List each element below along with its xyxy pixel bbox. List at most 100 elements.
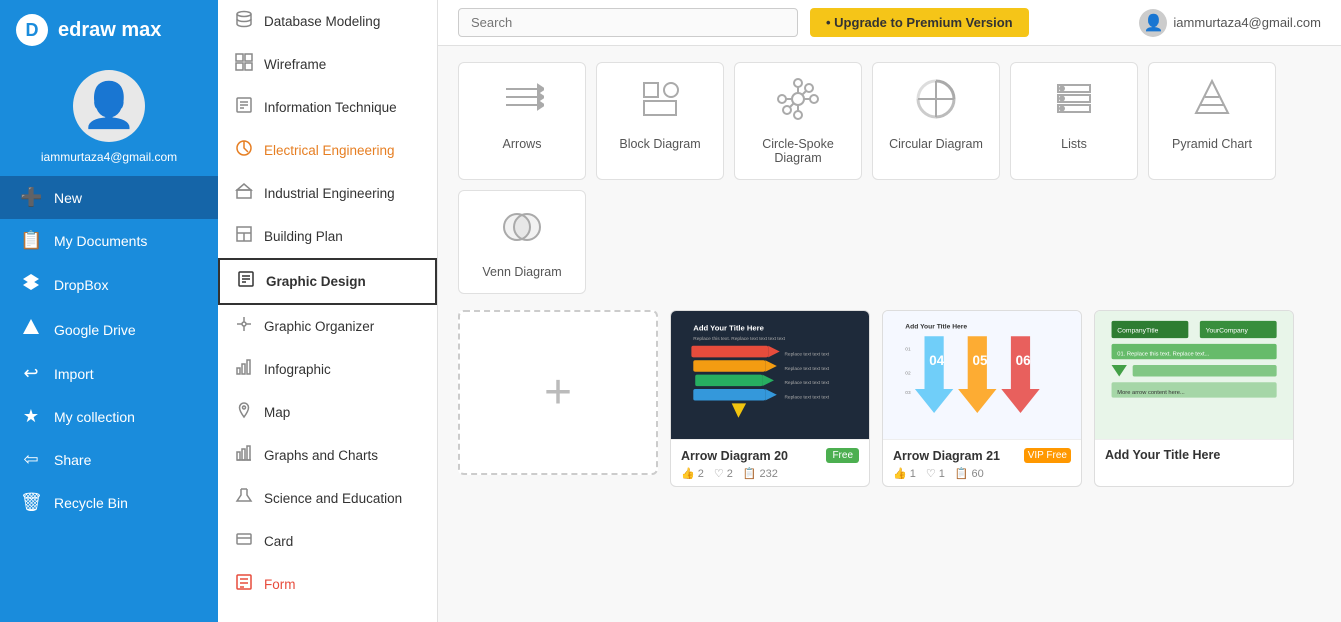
diagram-type-lists[interactable]: Lists	[1010, 62, 1138, 180]
category-information-technique[interactable]: Information Technique	[218, 86, 437, 129]
sidebar-item-dropbox-label: DropBox	[54, 277, 108, 293]
block-diagram-label: Block Diagram	[619, 137, 700, 151]
sidebar: D edraw max 👤 iammurtaza4@gmail.com ➕ Ne…	[0, 0, 218, 622]
category-science-and-education-label: Science and Education	[264, 491, 402, 506]
my-documents-icon: 📋	[20, 230, 42, 251]
template-card-arrow-diagram-20[interactable]: Add Your Title Here Replace this text. R…	[670, 310, 870, 487]
circular-diagram-icon	[914, 77, 958, 127]
svg-text:More arrow content here...: More arrow content here...	[1117, 390, 1185, 396]
category-industrial-engineering[interactable]: Industrial Engineering	[218, 172, 437, 215]
loves-20: ♡ 2	[714, 467, 733, 480]
diagram-type-circle-spoke[interactable]: Circle-Spoke Diagram	[734, 62, 862, 180]
diagram-type-arrows[interactable]: Arrows	[458, 62, 586, 180]
copies-count-20: 232	[760, 468, 778, 480]
circular-diagram-label: Circular Diagram	[889, 137, 983, 151]
circle-spoke-label: Circle-Spoke Diagram	[743, 137, 853, 165]
likes-20: 👍 2	[681, 467, 704, 480]
like-icon-20: 👍	[681, 467, 695, 480]
user-avatar-sm: 👤	[1139, 9, 1167, 37]
pyramid-chart-icon	[1190, 77, 1234, 127]
arrows-icon	[500, 77, 544, 127]
category-wireframe[interactable]: Wireframe	[218, 43, 437, 86]
arrow-diagram-extra-svg: CompanyTitle YourCompany 01. Replace thi…	[1105, 317, 1283, 432]
loves-21: ♡ 1	[926, 467, 945, 480]
svg-text:02: 02	[905, 371, 911, 377]
template-title-extra: Add Your Title Here	[1105, 448, 1220, 462]
category-card[interactable]: Card	[218, 520, 437, 563]
sidebar-item-recycle-bin-label: Recycle Bin	[54, 495, 128, 511]
copy-icon-20: 📋	[743, 467, 757, 480]
logo-area: D edraw max	[0, 0, 218, 60]
template-card-arrow-diagram-extra[interactable]: CompanyTitle YourCompany 01. Replace thi…	[1094, 310, 1294, 487]
category-map-label: Map	[264, 405, 290, 420]
category-database-modeling[interactable]: Database Modeling	[218, 0, 437, 43]
diagram-type-block-diagram[interactable]: Block Diagram	[596, 62, 724, 180]
upgrade-button[interactable]: Upgrade to Premium Version	[810, 8, 1029, 37]
sidebar-item-google-drive[interactable]: Google Drive	[0, 307, 218, 352]
like-icon-21: 👍	[893, 467, 907, 480]
diagram-type-venn-diagram[interactable]: Venn Diagram	[458, 190, 586, 294]
category-graphic-design[interactable]: Graphic Design	[218, 258, 437, 305]
user-area: 👤 iammurtaza4@gmail.com	[1139, 9, 1321, 37]
google-drive-icon	[20, 318, 42, 341]
svg-text:05: 05	[972, 353, 987, 368]
search-input[interactable]	[458, 8, 798, 37]
category-infographic-label: Infographic	[264, 362, 331, 377]
template-thumb-20: Add Your Title Here Replace this text. R…	[671, 311, 869, 439]
template-stats-21: 👍 1 ♡ 1 📋 60	[893, 467, 1071, 480]
share-icon: ⇦	[20, 449, 42, 470]
category-information-technique-label: Information Technique	[264, 100, 397, 115]
category-database-modeling-label: Database Modeling	[264, 14, 380, 29]
svg-text:03: 03	[905, 390, 911, 396]
category-electrical-engineering[interactable]: Electrical Engineering	[218, 129, 437, 172]
sidebar-item-share[interactable]: ⇦ Share	[0, 438, 218, 481]
template-thumb-extra: CompanyTitle YourCompany 01. Replace thi…	[1095, 311, 1293, 439]
sidebar-item-my-collection[interactable]: ★ My collection	[0, 395, 218, 438]
arrow-diagram-21-svg: Add Your Title Here 04 05 06 01 02	[893, 317, 1071, 432]
template-stats-20: 👍 2 ♡ 2 📋 232	[681, 467, 859, 480]
wireframe-icon	[234, 53, 254, 76]
graphic-organizer-icon	[234, 315, 254, 338]
sidebar-item-new[interactable]: ➕ New	[0, 176, 218, 219]
arrow-diagram-20-svg: Add Your Title Here Replace this text. R…	[681, 317, 859, 432]
diagram-type-circular-diagram[interactable]: Circular Diagram	[872, 62, 1000, 180]
template-card-new[interactable]: +	[458, 310, 658, 475]
template-info-20: Arrow Diagram 20 Free 👍 2 ♡ 2	[671, 439, 869, 486]
avatar-area: 👤 iammurtaza4@gmail.com	[0, 60, 218, 172]
thumb-dark-20: Add Your Title Here Replace this text. R…	[671, 311, 869, 439]
venn-diagram-icon	[500, 205, 544, 255]
templates-section: + Add Your Title Here Replace this text.…	[438, 302, 1341, 503]
category-graphs-and-charts[interactable]: Graphs and Charts	[218, 434, 437, 477]
svg-text:Add Your Title Here: Add Your Title Here	[905, 324, 967, 331]
sidebar-item-import[interactable]: ↩ Import	[0, 352, 218, 395]
category-map[interactable]: Map	[218, 391, 437, 434]
form-icon	[234, 573, 254, 596]
category-infographic[interactable]: Infographic	[218, 348, 437, 391]
block-diagram-icon	[638, 77, 682, 127]
svg-text:01: 01	[905, 347, 911, 353]
dropbox-icon	[20, 273, 42, 296]
category-science-and-education[interactable]: Science and Education	[218, 477, 437, 520]
copies-21: 📋 60	[955, 467, 984, 480]
category-form[interactable]: Form	[218, 563, 437, 606]
venn-diagram-label: Venn Diagram	[482, 265, 561, 279]
plus-icon: +	[544, 365, 572, 420]
app-name: edraw max	[58, 19, 161, 42]
sidebar-item-my-documents[interactable]: 📋 My Documents	[0, 219, 218, 262]
logo-icon: D	[16, 14, 48, 46]
template-card-arrow-diagram-21[interactable]: Add Your Title Here 04 05 06 01 02	[882, 310, 1082, 487]
database-modeling-icon	[234, 10, 254, 33]
copy-icon-21: 📋	[955, 467, 969, 480]
svg-text:01. Replace this text. Replace: 01. Replace this text. Replace text...	[1117, 352, 1209, 358]
infographic-icon	[234, 358, 254, 381]
loves-count-21: 1	[939, 468, 945, 480]
category-graphic-design-label: Graphic Design	[266, 274, 366, 289]
diagram-type-pyramid-chart[interactable]: Pyramid Chart	[1148, 62, 1276, 180]
graphs-and-charts-icon	[234, 444, 254, 467]
category-graphic-organizer[interactable]: Graphic Organizer	[218, 305, 437, 348]
sidebar-item-recycle-bin[interactable]: 🗑 Recycle Bin	[0, 481, 218, 524]
svg-text:Replace this text. Replace tex: Replace this text. Replace text text tex…	[693, 336, 785, 342]
arrows-label: Arrows	[503, 137, 542, 151]
sidebar-item-dropbox[interactable]: DropBox	[0, 262, 218, 307]
category-building-plan[interactable]: Building Plan	[218, 215, 437, 258]
